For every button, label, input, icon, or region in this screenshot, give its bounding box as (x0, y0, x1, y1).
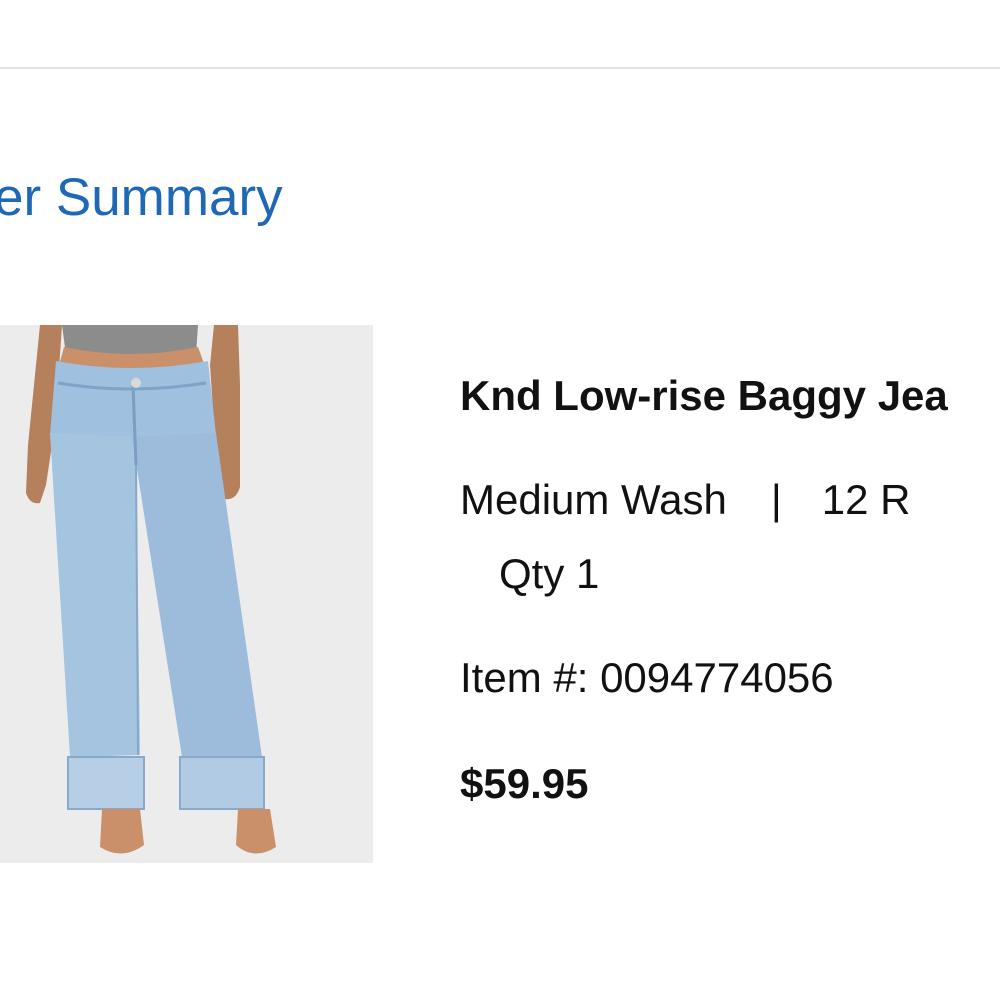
header-divider (0, 67, 1000, 69)
order-summary-title: er Summary (0, 168, 283, 227)
qty-value: 1 (576, 550, 600, 597)
item-number-label: Item #: (460, 654, 589, 701)
item-number-row: Item #: 0094774056 (460, 652, 834, 704)
qty-label: Qty (499, 550, 565, 597)
variant-separator: | (770, 476, 782, 523)
item-number-value: 0094774056 (600, 654, 834, 701)
product-image[interactable] (0, 325, 373, 863)
product-price: $59.95 (460, 760, 589, 807)
product-color: Medium Wash (460, 476, 727, 523)
product-quantity: Qty 1 (499, 548, 599, 600)
product-name[interactable]: Knd Low-rise Baggy Jea (460, 370, 948, 422)
order-summary-page: er Summary Knd Low-rise Baggy Jea Medium… (0, 0, 1000, 1000)
product-variant: Medium Wash | 12 R (460, 474, 911, 526)
jeans-photo-icon (0, 325, 373, 863)
product-size: 12 R (821, 476, 911, 523)
